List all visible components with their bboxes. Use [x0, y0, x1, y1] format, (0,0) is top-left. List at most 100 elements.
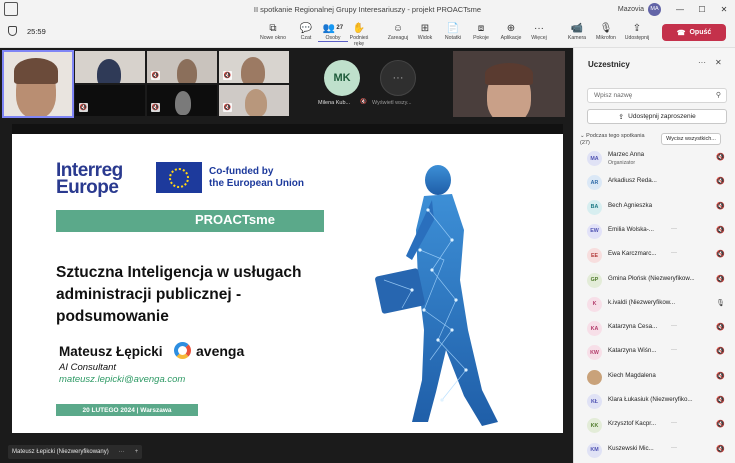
- toolbar-button[interactable]: ··· Więcej: [524, 21, 554, 42]
- participant-role: Organizator: [608, 160, 636, 166]
- toolbar-button[interactable]: ⇪ Udostępnij: [622, 21, 652, 42]
- participant-row[interactable]: BA Bech Agnieszka 🔇: [587, 198, 729, 218]
- toolbar-button[interactable]: 🎙 Mikrofon: [591, 21, 621, 42]
- avatar: KW: [587, 345, 602, 361]
- more-options-icon[interactable]: ···: [671, 347, 677, 353]
- toolbar-button[interactable]: ⊞ Widok: [410, 21, 440, 42]
- toolbar-icon: 💬: [291, 21, 321, 35]
- participant-row[interactable]: EE Ewa Karczmarc... ··· 🔇: [587, 246, 729, 266]
- toolbar-button[interactable]: ✋ Podnieś rękę: [344, 21, 374, 48]
- avatar: MA: [587, 151, 602, 166]
- toolbar-glyph: 🎙: [599, 22, 613, 34]
- company-name: avenga: [196, 343, 245, 359]
- participant-row[interactable]: Kk.ivaldi (Niezweryfikow... 🎙: [587, 295, 729, 315]
- close-icon[interactable]: ✕: [715, 58, 722, 67]
- participant-video: [245, 89, 267, 116]
- view-all-avatar[interactable]: ···: [380, 60, 416, 96]
- share-label: Udostępnij zaproszenie: [628, 113, 696, 120]
- presenter-email: mateusz.lepicki@avenga.com: [59, 374, 186, 385]
- participant-row[interactable]: KW Katarzyna Wiśn... ··· 🔇: [587, 343, 729, 363]
- participant-row[interactable]: AR Arkadiusz Reda... 🔇: [587, 173, 729, 193]
- toolbar-label: Więcej: [531, 35, 547, 41]
- shield-icon[interactable]: [8, 26, 17, 36]
- more-options-icon[interactable]: ···: [671, 445, 677, 451]
- participant-hair: [14, 58, 58, 84]
- more-options-icon[interactable]: ···: [698, 58, 706, 67]
- muted-mic-icon: 🔇: [716, 154, 725, 161]
- add-icon[interactable]: +: [135, 449, 139, 455]
- participant-row[interactable]: KŁ Klara Łukasiuk (Niezweryfiko... 🔇: [587, 392, 729, 412]
- participant-row[interactable]: GP Gmina Płońsk (Niezweryfikow... 🔇: [587, 271, 729, 291]
- participant-count: 27: [336, 25, 344, 31]
- more-options-icon[interactable]: ···: [671, 420, 677, 426]
- video-tile[interactable]: 🔇: [147, 85, 217, 116]
- toolbar-icon: ⊞: [410, 21, 440, 35]
- video-tile[interactable]: 🔇: [75, 85, 145, 116]
- participant-name: Kuszewski Mic...: [608, 444, 654, 452]
- share-invite-button[interactable]: ⇪ Udostępnij zaproszenie: [587, 109, 727, 124]
- logo-line: Europe: [56, 177, 119, 198]
- more-options-icon[interactable]: ···: [119, 449, 125, 455]
- avatar: KŁ: [587, 394, 602, 409]
- toolbar-label: Czat: [300, 35, 312, 41]
- toolbar-label: Aplikacje: [500, 35, 522, 41]
- user-name[interactable]: Mazovia: [618, 6, 644, 13]
- toolbar-glyph: 📹: [570, 22, 584, 34]
- video-tile[interactable]: 🔇: [219, 85, 289, 116]
- close-window-button[interactable]: ✕: [713, 5, 735, 14]
- participant-row[interactable]: Kiech Magdalena 🔇: [587, 368, 729, 388]
- participant-row[interactable]: EW Emilia Wolska-... ··· 🔇: [587, 222, 729, 242]
- toolbar-icon: ···: [524, 21, 554, 35]
- mute-all-button[interactable]: Wycisz wszystkich...: [661, 133, 721, 145]
- shared-slide[interactable]: Interreg Europe Co-funded by the Europea…: [12, 124, 563, 433]
- video-tile[interactable]: 🔇: [219, 51, 289, 83]
- search-input[interactable]: Wpisz nazwę ⚲: [587, 88, 727, 103]
- more-options-icon[interactable]: ···: [671, 250, 677, 256]
- toolbar-button[interactable]: ☺ Zareaguj: [383, 21, 413, 42]
- program-name: PROACTsme: [195, 212, 275, 227]
- muted-mic-icon: 🔇: [79, 103, 88, 112]
- video-tile[interactable]: [75, 51, 145, 83]
- maximize-button[interactable]: ☐: [691, 5, 713, 14]
- leave-button[interactable]: ☎ Opuść: [662, 24, 726, 41]
- user-avatar[interactable]: MA: [648, 2, 661, 16]
- toolbar-button[interactable]: 📄 Notatki: [438, 21, 468, 42]
- minimize-button[interactable]: —: [669, 5, 691, 14]
- participant-row[interactable]: KM Kuszewski Mic... ··· 🔇: [587, 441, 729, 461]
- participant-name: Arkadiusz Reda...: [608, 177, 657, 185]
- toolbar-glyph: 👥: [322, 22, 336, 34]
- toolbar-button[interactable]: ⧈ Pokoje: [466, 21, 496, 42]
- search-icon: ⚲: [715, 92, 721, 99]
- more-options-icon[interactable]: ···: [671, 226, 677, 232]
- toolbar-button[interactable]: ⊕ Aplikacje: [496, 21, 526, 42]
- toolbar-icon: ⇪: [622, 21, 652, 35]
- video-tile[interactable]: [453, 51, 565, 117]
- view-all-link[interactable]: Wyświetl wszy...: [372, 100, 412, 106]
- video-tile[interactable]: [2, 50, 74, 118]
- leave-label: Opuść: [689, 29, 712, 36]
- participant-row[interactable]: KK Krzysztof Kacpr... ··· 🔇: [587, 416, 729, 436]
- muted-mic-icon: 🔇: [716, 226, 725, 234]
- participant-video: [175, 91, 191, 115]
- participant-avatar[interactable]: MK: [324, 60, 360, 96]
- toolbar-button[interactable]: 📹 Kamera: [562, 21, 592, 42]
- participant-video: [177, 59, 197, 83]
- interreg-logo: Interreg Europe: [56, 161, 123, 198]
- toolbar-icon: 📄: [438, 21, 468, 35]
- participant-row[interactable]: MA Marzec Anna Organizator 🔇: [587, 149, 729, 169]
- avatar: BA: [587, 199, 602, 215]
- toolbar-button[interactable]: ⧉ Nowe okno: [258, 21, 288, 42]
- participant-row[interactable]: KA Katarzyna Cesa... ··· 🔇: [587, 319, 729, 339]
- avatar: K: [587, 296, 602, 312]
- toolbar-button[interactable]: 💬 Czat: [291, 21, 321, 42]
- section-header[interactable]: ⌄ Podczas tego spotkania (27): [580, 133, 645, 147]
- participant-name: Gmina Płońsk (Niezweryfikow...: [608, 274, 695, 282]
- avatar: KA: [587, 321, 602, 337]
- more-options-icon[interactable]: ···: [671, 323, 677, 329]
- muted-mic-icon: 🔇: [716, 324, 725, 332]
- muted-mic-icon: 🔇: [716, 372, 725, 380]
- toolbar-label: Kamera: [567, 35, 587, 41]
- muted-mic-icon: 🔇: [716, 251, 725, 259]
- muted-mic-icon: 🔇: [223, 103, 232, 112]
- video-tile[interactable]: 🔇: [147, 51, 217, 83]
